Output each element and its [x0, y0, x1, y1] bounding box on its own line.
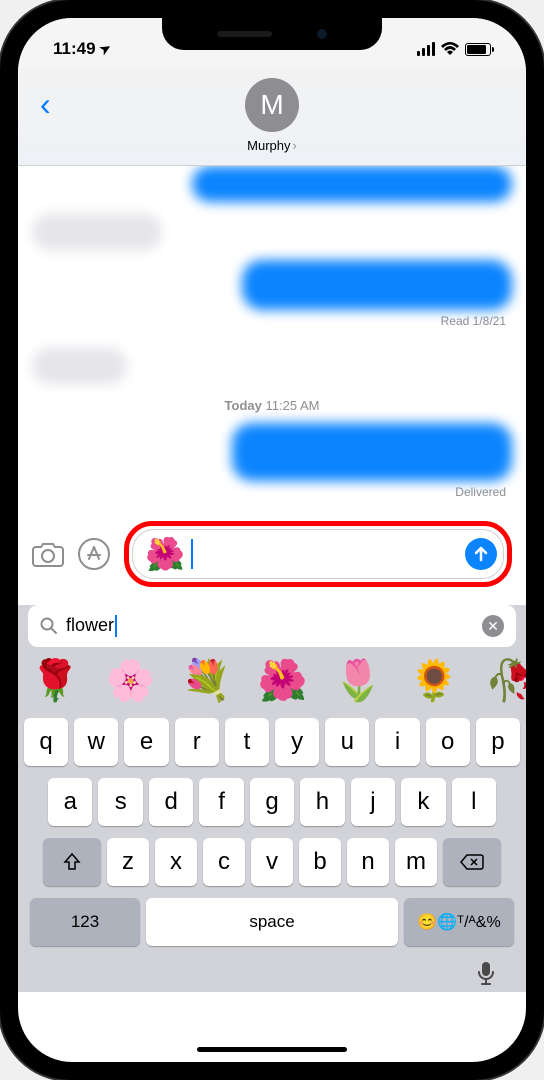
- key-g[interactable]: g: [250, 778, 294, 826]
- message-bubble[interactable]: [32, 348, 127, 384]
- delivered-status: Delivered: [38, 485, 506, 499]
- key-n[interactable]: n: [347, 838, 389, 886]
- read-status: Read 1/8/21: [38, 314, 506, 328]
- emoji-result[interactable]: 🌷: [333, 657, 383, 704]
- message-input[interactable]: 🌺: [132, 529, 504, 579]
- camera-icon[interactable]: [32, 541, 64, 567]
- search-text: flower: [66, 615, 474, 637]
- key-z[interactable]: z: [107, 838, 149, 886]
- message-bubble[interactable]: [242, 260, 512, 310]
- key-b[interactable]: b: [299, 838, 341, 886]
- shift-key[interactable]: [43, 838, 101, 886]
- home-indicator[interactable]: [197, 1047, 347, 1052]
- avatar[interactable]: M: [245, 78, 299, 132]
- key-u[interactable]: u: [325, 718, 369, 766]
- screen: 11:49 ➤ ‹ M Murphy › Read: [18, 18, 526, 1062]
- key-o[interactable]: o: [426, 718, 470, 766]
- emoji-result[interactable]: 🌹: [30, 657, 80, 704]
- keyboard-row-1: q w e r t y u i o p: [24, 718, 520, 766]
- emoji-result[interactable]: 🌸: [106, 657, 156, 704]
- emoji-result[interactable]: 💐: [182, 657, 232, 704]
- emoji-results: 🌹 🌸 💐 🌺 🌷 🌻 🥀 🌼: [18, 653, 526, 712]
- key-k[interactable]: k: [401, 778, 445, 826]
- battery-icon: [465, 43, 491, 56]
- status-time: 11:49 ➤: [53, 39, 110, 59]
- wifi-icon: [441, 42, 459, 56]
- key-l[interactable]: l: [452, 778, 496, 826]
- back-button[interactable]: ‹: [40, 86, 51, 123]
- emoji-search-field[interactable]: flower ✕: [28, 605, 516, 647]
- key-w[interactable]: w: [74, 718, 118, 766]
- key-c[interactable]: c: [203, 838, 245, 886]
- dictation-icon[interactable]: [476, 960, 496, 988]
- keyboard: flower ✕ 🌹 🌸 💐 🌺 🌷 🌻 🥀 🌼 q w e: [18, 605, 526, 992]
- key-m[interactable]: m: [395, 838, 437, 886]
- key-h[interactable]: h: [300, 778, 344, 826]
- text-cursor: [191, 539, 193, 569]
- key-f[interactable]: f: [199, 778, 243, 826]
- messages-list[interactable]: Read 1/8/21 Today 11:25 AM Delivered: [18, 166, 526, 515]
- location-icon: ➤: [96, 39, 113, 58]
- message-bubble[interactable]: [232, 423, 512, 481]
- key-q[interactable]: q: [24, 718, 68, 766]
- key-v[interactable]: v: [251, 838, 293, 886]
- emoji-result[interactable]: 🌺: [257, 657, 307, 704]
- message-bubble[interactable]: [192, 166, 512, 202]
- key-r[interactable]: r: [175, 718, 219, 766]
- keyboard-switch-key[interactable]: 😊🌐ᵀ/ᴬ&%: [404, 898, 514, 946]
- key-d[interactable]: d: [149, 778, 193, 826]
- compose-bar: 🌺: [18, 515, 526, 599]
- notch: [162, 18, 382, 50]
- emoji-result[interactable]: 🌻: [409, 657, 459, 704]
- space-key[interactable]: space: [146, 898, 398, 946]
- chat-header: ‹ M Murphy ›: [18, 68, 526, 166]
- message-bubble[interactable]: [32, 214, 162, 250]
- key-t[interactable]: t: [225, 718, 269, 766]
- emoji-result[interactable]: 🥀: [485, 657, 526, 704]
- signal-icon: [417, 42, 435, 56]
- timestamp: Today 11:25 AM: [32, 398, 512, 413]
- key-i[interactable]: i: [375, 718, 419, 766]
- key-s[interactable]: s: [98, 778, 142, 826]
- key-e[interactable]: e: [124, 718, 168, 766]
- keyboard-row-bottom: 123 space 😊🌐ᵀ/ᴬ&%: [24, 898, 520, 946]
- clear-search-button[interactable]: ✕: [482, 615, 504, 637]
- key-j[interactable]: j: [351, 778, 395, 826]
- phone-frame: 11:49 ➤ ‹ M Murphy › Read: [0, 0, 544, 1080]
- numbers-key[interactable]: 123: [30, 898, 140, 946]
- send-button[interactable]: [465, 538, 497, 570]
- keyboard-row-2: a s d f g h j k l: [24, 778, 520, 826]
- chevron-right-icon: ›: [293, 138, 297, 153]
- composed-emoji: 🌺: [145, 535, 185, 573]
- search-icon: [40, 617, 58, 635]
- key-a[interactable]: a: [48, 778, 92, 826]
- highlight-annotation: 🌺: [124, 521, 512, 587]
- key-p[interactable]: p: [476, 718, 520, 766]
- contact-name[interactable]: Murphy ›: [247, 138, 297, 153]
- delete-key[interactable]: [443, 838, 501, 886]
- app-store-icon[interactable]: [78, 538, 110, 570]
- key-x[interactable]: x: [155, 838, 197, 886]
- keyboard-row-3: z x c v b n m: [24, 838, 520, 886]
- key-y[interactable]: y: [275, 718, 319, 766]
